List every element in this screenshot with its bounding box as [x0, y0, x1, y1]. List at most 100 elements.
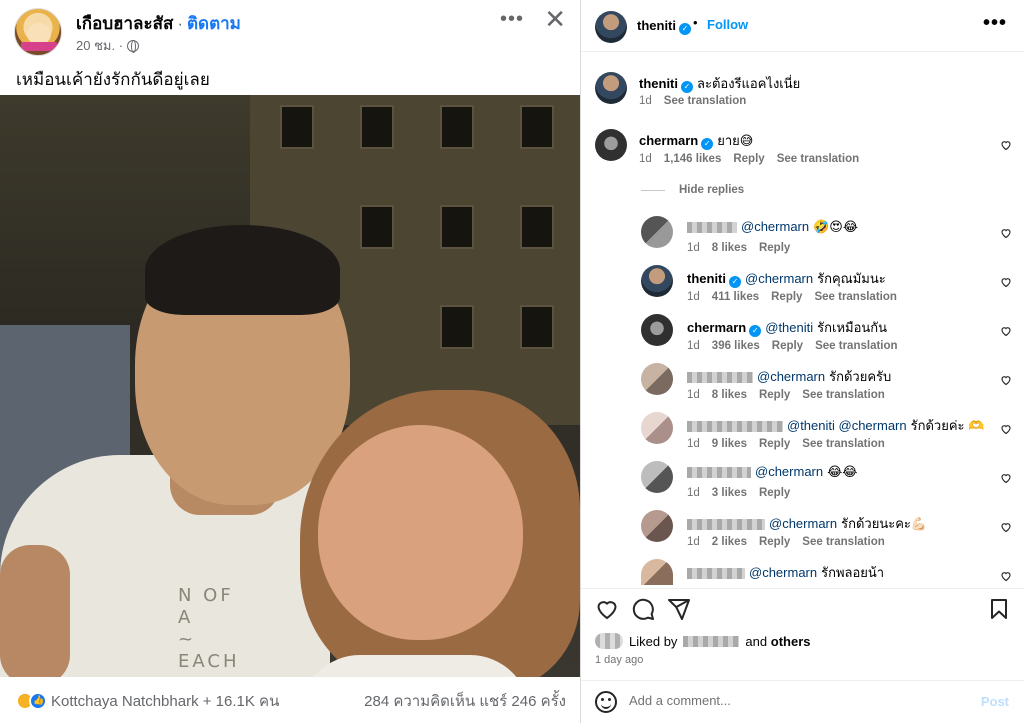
see-translation-link[interactable]: See translation: [802, 438, 884, 450]
reply-meta: 1d 3 likes Reply: [687, 487, 802, 499]
more-icon[interactable]: •••: [983, 12, 1007, 35]
mention[interactable]: @chermarn: [749, 565, 817, 580]
username[interactable]: theniti: [639, 76, 678, 91]
liked-by-and: and: [745, 633, 768, 649]
heart-icon[interactable]: [1000, 324, 1012, 337]
avatar[interactable]: [641, 363, 673, 395]
post-stats[interactable]: 284 ความคิดเห็น แชร์ 246 ครั้ง: [364, 689, 566, 713]
likes-count[interactable]: 2 likes: [712, 536, 747, 548]
avatar[interactable]: [641, 510, 673, 542]
blurred-username[interactable]: [687, 568, 745, 580]
avatar[interactable]: [595, 72, 627, 104]
caption-line: theniti ✓ ละต้องรีแอคไงเนี่ย: [639, 73, 800, 94]
mention[interactable]: @chermarn: [769, 516, 837, 531]
see-translation-link[interactable]: See translation: [814, 291, 896, 303]
mention[interactable]: @chermarn: [757, 369, 825, 384]
avatar[interactable]: [641, 461, 673, 493]
username[interactable]: theniti: [687, 271, 726, 286]
reply-button[interactable]: Reply: [759, 438, 790, 450]
reply-button[interactable]: Reply: [759, 242, 790, 254]
heart-icon[interactable]: [1000, 373, 1012, 386]
emoji-icon[interactable]: [595, 691, 617, 713]
likes-count[interactable]: 3 likes: [712, 487, 747, 499]
reactions-summary[interactable]: Kottchaya Natchbhark + 16.1K คน: [16, 689, 279, 713]
likes-count[interactable]: 8 likes: [712, 389, 747, 401]
likes-count[interactable]: 411 likes: [712, 291, 759, 303]
post-button[interactable]: Post: [981, 694, 1009, 709]
heart-icon[interactable]: [1000, 569, 1012, 582]
avatar[interactable]: [641, 559, 673, 585]
avatar[interactable]: [641, 216, 673, 248]
reply-button[interactable]: Reply: [772, 340, 803, 352]
blurred-username[interactable]: [683, 635, 740, 647]
see-translation-link[interactable]: See translation: [815, 340, 897, 352]
comment-text: ยาย😅: [717, 133, 754, 148]
mention[interactable]: @theniti @chermarn: [787, 418, 907, 433]
likes-count[interactable]: 396 likes: [712, 340, 760, 352]
reply-button[interactable]: Reply: [759, 389, 790, 401]
reply-meta: 1d 396 likes Reply See translation: [687, 340, 910, 352]
heart-icon[interactable]: [1000, 275, 1012, 288]
comment-icon[interactable]: [631, 597, 655, 621]
liker-avatars[interactable]: [595, 633, 623, 649]
mention[interactable]: @chermarn: [741, 219, 809, 234]
likes-count[interactable]: 9 likes: [712, 438, 747, 450]
heart-icon[interactable]: [1000, 520, 1012, 533]
mention[interactable]: @theniti: [765, 320, 813, 335]
reply-button[interactable]: Reply: [759, 487, 790, 499]
heart-icon[interactable]: [1000, 422, 1012, 435]
reply-button[interactable]: Reply: [771, 291, 802, 303]
avatar[interactable]: [641, 412, 673, 444]
bookmark-icon[interactable]: [987, 597, 1011, 621]
mention[interactable]: @chermarn: [745, 271, 813, 286]
blurred-username[interactable]: [687, 519, 765, 531]
see-translation-link[interactable]: See translation: [802, 389, 884, 401]
reply-button[interactable]: Reply: [759, 536, 790, 548]
blurred-username[interactable]: [687, 421, 783, 433]
username[interactable]: chermarn: [639, 133, 698, 148]
reply: @chermarn 🤣😍😂: [687, 219, 858, 235]
heart-icon[interactable]: [595, 597, 619, 621]
likes-count[interactable]: 8 likes: [712, 242, 747, 254]
post-photo[interactable]: N OF A ~ EACH: [0, 95, 580, 677]
comment-bar: Post: [581, 680, 1024, 723]
heart-icon[interactable]: [1000, 471, 1012, 484]
blurred-username[interactable]: [687, 372, 753, 384]
comment-input[interactable]: [629, 693, 959, 708]
verified-icon: ✓: [701, 138, 714, 150]
share-icon[interactable]: [667, 597, 691, 621]
reply-text: รักคุณมัมนะ: [817, 271, 886, 286]
avatar[interactable]: [595, 11, 627, 43]
post-footer: Kottchaya Natchbhark + 16.1K คน 284 ความ…: [0, 677, 580, 723]
avatar[interactable]: [641, 265, 673, 297]
heart-icon[interactable]: [1000, 226, 1012, 239]
post-time[interactable]: 20 ชม. ·: [76, 35, 123, 56]
more-icon[interactable]: •••: [500, 8, 524, 31]
username[interactable]: chermarn: [687, 320, 746, 335]
hide-replies-button[interactable]: Hide replies: [641, 184, 744, 196]
post-caption: เหมือนเค้ายังรักกันดีอยู่เลย: [16, 70, 210, 89]
blurred-username[interactable]: [687, 222, 737, 234]
see-translation-link[interactable]: See translation: [802, 536, 884, 548]
avatar[interactable]: [595, 129, 627, 161]
likes-count[interactable]: 1,146 likes: [664, 153, 722, 165]
action-bar: [581, 588, 1024, 628]
see-translation-link[interactable]: See translation: [664, 95, 746, 107]
reply-button[interactable]: Reply: [733, 153, 764, 165]
avatar[interactable]: [641, 314, 673, 346]
page-avatar[interactable]: [14, 8, 62, 56]
close-icon[interactable]: ✕: [544, 4, 566, 35]
username[interactable]: theniti: [637, 18, 676, 33]
mention[interactable]: @chermarn: [755, 464, 823, 479]
page-name[interactable]: เกือบฮาละสัส: [76, 14, 173, 33]
follow-button[interactable]: ติดตาม: [187, 14, 241, 33]
reply-text: 🤣😍😂: [813, 219, 859, 234]
blurred-username[interactable]: [687, 467, 751, 479]
heart-icon[interactable]: [1000, 138, 1012, 151]
follow-button[interactable]: Follow: [707, 17, 748, 32]
shirt-print-line: N OF: [178, 585, 234, 606]
reply-text: รักพลอยน้า: [821, 565, 885, 580]
others-link[interactable]: others: [771, 634, 811, 649]
see-translation-link[interactable]: See translation: [777, 153, 859, 165]
post-date[interactable]: 1 day ago: [595, 654, 643, 666]
